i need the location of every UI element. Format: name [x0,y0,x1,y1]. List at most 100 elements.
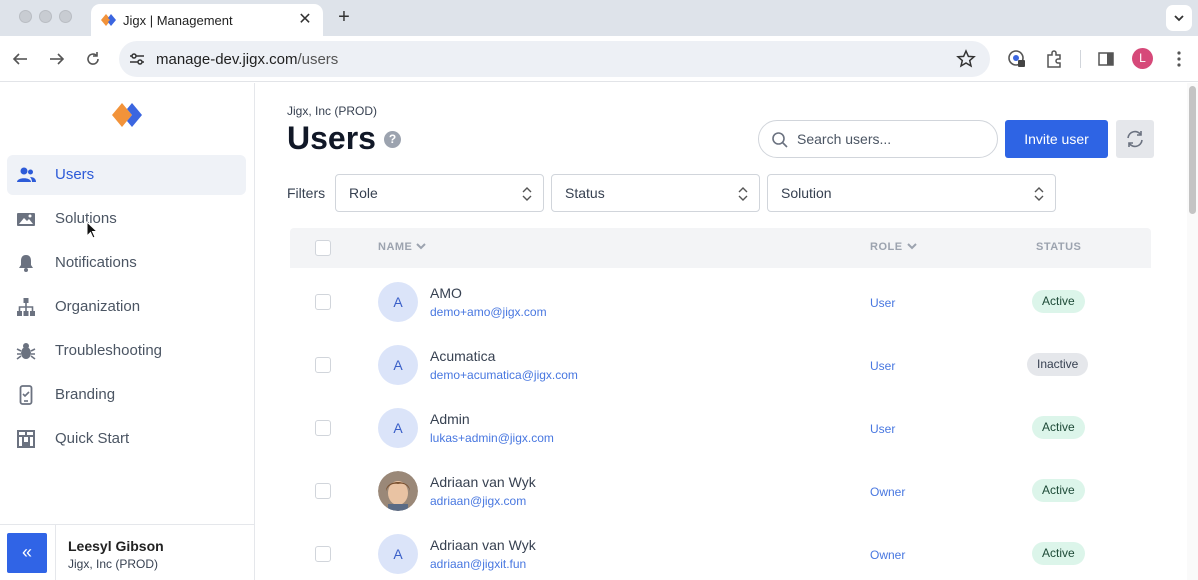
sidebar-item-users[interactable]: Users [7,155,246,195]
quick-start-icon [17,430,35,448]
sidebar-item-label: Quick Start [55,430,130,447]
jigx-favicon-icon [101,14,116,26]
collapse-sidebar-button[interactable]: « [7,533,47,573]
user-email[interactable]: demo+acumatica@jigx.com [430,368,578,382]
status-filter-select[interactable]: Status [551,174,760,212]
user-role[interactable]: Owner [870,548,905,562]
extensions-puzzle-icon[interactable] [1043,48,1065,70]
window-close-dot[interactable] [19,10,32,23]
user-email[interactable]: lukas+admin@jigx.com [430,431,554,445]
back-arrow-icon[interactable] [9,48,31,70]
help-icon[interactable]: ? [384,131,401,148]
solution-filter-select[interactable]: Solution [767,174,1056,212]
user-role[interactable]: Owner [870,485,905,499]
sidebar-item-label: Troubleshooting [55,342,163,359]
new-tab-icon[interactable]: + [333,6,355,28]
refresh-button[interactable] [1116,120,1154,158]
window-minimize-dot[interactable] [39,10,52,23]
status-badge: Inactive [1027,353,1089,376]
window-zoom-dot[interactable] [59,10,72,23]
user-name: Adriaan van Wyk [430,474,536,490]
org-chart-icon [17,298,35,316]
row-checkbox[interactable] [315,357,331,373]
search-input[interactable] [797,129,987,149]
current-user-name: Leesyl Gibson [68,538,164,554]
status-badge: Active [1032,542,1085,565]
row-checkbox[interactable] [315,294,331,310]
sidebar-item-label: Organization [55,298,141,315]
forward-arrow-icon[interactable] [46,48,68,70]
table-row[interactable]: A Acumatica demo+acumatica@jigx.com User… [290,333,1151,396]
more-vertical-icon[interactable] [1168,48,1190,70]
user-name: Adriaan van Wyk [430,537,536,553]
scrollbar-thumb[interactable] [1189,86,1196,214]
role-filter-value: Role [349,185,378,201]
extension-shield-icon[interactable] [1006,48,1028,70]
sidebar-item-quick-start[interactable]: Quick Start [7,419,246,459]
table-row[interactable]: A Admin lukas+admin@jigx.com User Active [290,396,1151,459]
bell-icon [19,255,33,272]
bookmark-star-icon[interactable] [956,49,976,69]
site-settings-icon[interactable] [128,50,146,68]
tab-title: Jigx | Management [123,13,233,28]
avatar: A [378,282,418,322]
chevron-up-down-icon [738,187,748,201]
user-role[interactable]: User [870,422,895,436]
solution-filter-value: Solution [781,185,832,201]
row-checkbox[interactable] [315,546,331,562]
refresh-icon [1127,130,1143,148]
sidebar-item-troubleshooting[interactable]: Troubleshooting [7,331,246,371]
sidebar-item-branding[interactable]: Branding [7,375,246,415]
table-row[interactable]: Adriaan van Wyk adriaan@jigx.com Owner A… [290,459,1151,522]
user-name: Admin [430,411,470,427]
bug-icon [16,343,36,360]
sidebar-item-notifications[interactable]: Notifications [7,243,246,283]
reload-icon[interactable] [82,48,104,70]
table-row[interactable]: A Adriaan van Wyk adriaan@jigxit.fun Own… [290,522,1151,580]
user-name: Acumatica [430,348,496,364]
sidebar-item-organization[interactable]: Organization [7,287,246,327]
sidebar-footer: « Leesyl Gibson Jigx, Inc (PROD) [0,524,254,580]
footer-divider [55,525,56,580]
close-tab-icon[interactable]: ✕ [295,10,315,30]
row-checkbox[interactable] [315,420,331,436]
column-header-role[interactable]: ROLE [870,241,917,253]
user-name: AMO [430,285,462,301]
page-scrollbar[interactable] [1187,83,1198,580]
search-box[interactable] [758,120,998,158]
user-email[interactable]: demo+amo@jigx.com [430,305,547,319]
user-email[interactable]: adriaan@jigx.com [430,494,526,508]
tab-search-button[interactable] [1166,5,1192,31]
avatar: A [378,345,418,385]
column-header-name[interactable]: NAME [378,241,427,253]
mouse-cursor-icon [86,221,98,239]
organization-label: Jigx, Inc (PROD) [287,104,378,118]
address-bar[interactable]: manage-dev.jigx.com/users [119,41,990,77]
sidebar-item-solutions[interactable]: Solutions [7,199,246,239]
browser-tab[interactable]: Jigx | Management ✕ [91,4,323,36]
users-icon [17,167,36,182]
browser-tab-bar: Jigx | Management ✕ + [0,0,1198,36]
user-role[interactable]: User [870,296,895,310]
row-checkbox[interactable] [315,483,331,499]
profile-avatar[interactable]: L [1132,48,1153,69]
url-text: manage-dev.jigx.com/users [156,51,339,68]
status-badge: Active [1032,479,1085,502]
avatar: A [378,408,418,448]
filters-label: Filters [287,185,326,201]
role-filter-select[interactable]: Role [335,174,544,212]
invite-user-button[interactable]: Invite user [1005,120,1108,158]
sidebar: Users Solutions Notifications Organizati… [0,83,255,580]
jigx-logo-icon[interactable] [111,101,143,129]
user-role[interactable]: User [870,359,895,373]
chevron-down-icon [416,243,427,250]
select-all-checkbox[interactable] [315,240,331,256]
side-panel-icon[interactable] [1095,48,1117,70]
chevron-up-down-icon [1034,187,1044,201]
chevron-down-icon [1174,15,1184,22]
user-email[interactable]: adriaan@jigxit.fun [430,557,526,571]
sidebar-item-label: Users [55,166,95,183]
table-row[interactable]: A AMO demo+amo@jigx.com User Active [290,270,1151,333]
current-user-org: Jigx, Inc (PROD) [68,557,159,571]
users-table: NAME ROLE STATUS A AMO demo+amo@jigx.com… [290,228,1151,580]
